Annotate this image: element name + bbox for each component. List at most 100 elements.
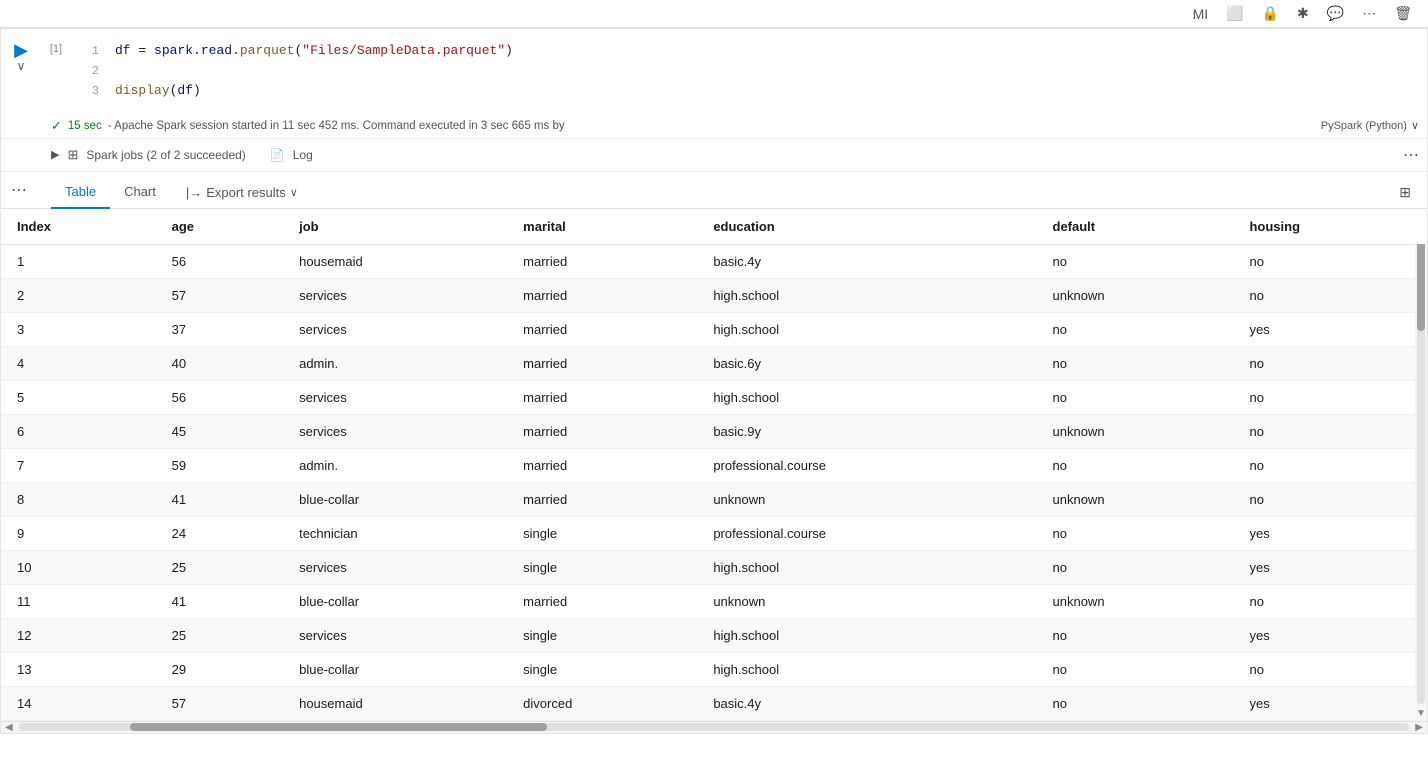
output-header: ⋯ Table Chart |→ Export results ∨ ⊞ — [1, 172, 1427, 209]
code-line-1: 1 df = spark . read . parquet ( "Files/S… — [71, 41, 1427, 62]
log-icon: 📄 — [270, 148, 285, 162]
cell-job: services — [283, 278, 507, 312]
export-label: Export results — [206, 185, 285, 200]
cell-job: services — [283, 550, 507, 584]
cell-housing: no — [1233, 482, 1427, 516]
cell-housing: no — [1233, 652, 1427, 686]
cell-education: high.school — [697, 618, 1036, 652]
cell-job: blue-collar — [283, 652, 507, 686]
lock-icon[interactable]: 🔒 — [1258, 3, 1283, 24]
cell-education: professional.course — [697, 516, 1036, 550]
table-row: 1225servicessinglehigh.schoolnoyes — [1, 618, 1427, 652]
cell-age: 41 — [156, 482, 284, 516]
cell-housing: no — [1233, 414, 1427, 448]
cell-job: services — [283, 618, 507, 652]
cell-age: 59 — [156, 448, 284, 482]
col-header-age: age — [156, 209, 284, 245]
cell-number: [1] — [41, 37, 71, 55]
delete-icon[interactable]: 🗑 — [1390, 3, 1416, 24]
asterisk-icon[interactable]: ✱ — [1293, 3, 1313, 24]
cell-age: 45 — [156, 414, 284, 448]
cell-Index: 4 — [1, 346, 156, 380]
cell-job: admin. — [283, 346, 507, 380]
cell-marital: married — [507, 278, 697, 312]
tab-chart[interactable]: Chart — [110, 178, 170, 209]
export-results-button[interactable]: |→ Export results ∨ — [178, 181, 306, 204]
cell-default: unknown — [1037, 414, 1234, 448]
cell-age: 25 — [156, 550, 284, 584]
cell-job: admin. — [283, 448, 507, 482]
cell-education: high.school — [697, 278, 1036, 312]
cell-default: no — [1037, 618, 1234, 652]
spark-expand-icon[interactable]: ▶ — [51, 148, 59, 161]
cell-job: blue-collar — [283, 584, 507, 618]
cell-age: 57 — [156, 278, 284, 312]
cell-housing: yes — [1233, 516, 1427, 550]
more-icon[interactable]: ⋯ — [1358, 3, 1380, 24]
cell-marital: divorced — [507, 686, 697, 720]
cell-housing: yes — [1233, 312, 1427, 346]
v-scroll-track[interactable] — [1417, 226, 1425, 704]
chevron-down-icon[interactable]: ∨ — [1411, 119, 1419, 132]
cell-housing: no — [1233, 380, 1427, 414]
cell-education: high.school — [697, 312, 1036, 346]
cell-education: basic.6y — [697, 346, 1036, 380]
table-row: 645servicesmarriedbasic.9yunknownno — [1, 414, 1427, 448]
col-header-marital: marital — [507, 209, 697, 245]
cell-Index: 12 — [1, 618, 156, 652]
cell-default: no — [1037, 652, 1234, 686]
scroll-track[interactable] — [19, 723, 1410, 731]
run-button[interactable]: ▶ — [14, 41, 28, 59]
scroll-down-arrow[interactable]: ▼ — [1414, 706, 1427, 721]
screen-icon[interactable]: ⬜ — [1222, 3, 1247, 24]
code-line-3: 3 display ( df ) — [71, 81, 1427, 102]
scroll-thumb[interactable] — [130, 723, 547, 731]
cell-education: basic.4y — [697, 244, 1036, 278]
cell-Index: 14 — [1, 686, 156, 720]
col-header-education: education — [697, 209, 1036, 245]
cell-housing: yes — [1233, 618, 1427, 652]
cell-education: high.school — [697, 550, 1036, 584]
table-view-icon[interactable]: ⊞ — [1395, 182, 1415, 203]
cell-marital: married — [507, 448, 697, 482]
spark-jobs-label: Spark jobs (2 of 2 succeeded) — [86, 148, 245, 162]
spark-jobs-more-icon[interactable]: ⋯ — [1403, 145, 1419, 165]
cell-marital: married — [507, 414, 697, 448]
cell-Index: 9 — [1, 516, 156, 550]
cell-age: 24 — [156, 516, 284, 550]
col-header-default: default — [1037, 209, 1234, 245]
cell-age: 57 — [156, 686, 284, 720]
vertical-scrollbar[interactable]: ▲ ▼ — [1415, 209, 1427, 721]
table-row: 156housemaidmarriedbasic.4ynono — [1, 244, 1427, 278]
cell-age: 25 — [156, 618, 284, 652]
notebook-cell: ▶ ∨ [1] 1 df = spark . read . parquet ( … — [0, 28, 1428, 734]
tab-table[interactable]: Table — [51, 178, 110, 209]
cell-Index: 1 — [1, 244, 156, 278]
log-link[interactable]: Log — [293, 148, 313, 162]
col-header-index: Index — [1, 209, 156, 245]
col-header-housing: housing — [1233, 209, 1427, 245]
horizontal-scrollbar[interactable]: ◀ ▶ — [1, 721, 1427, 733]
cell-default: unknown — [1037, 584, 1234, 618]
export-chevron-icon: ∨ — [290, 186, 298, 199]
table-row: 1329blue-collarsinglehigh.schoolnono — [1, 652, 1427, 686]
cell-housing: no — [1233, 584, 1427, 618]
chat-icon[interactable]: 💬 — [1323, 3, 1348, 24]
cell-Index: 13 — [1, 652, 156, 686]
v-scroll-thumb[interactable] — [1417, 235, 1425, 331]
cell-age: 40 — [156, 346, 284, 380]
scroll-right-arrow[interactable]: ▶ — [1411, 722, 1427, 733]
scroll-left-arrow[interactable]: ◀ — [1, 722, 17, 733]
data-table-container: Index age job marital education default … — [1, 209, 1427, 721]
cell-default: unknown — [1037, 278, 1234, 312]
table-row: 1141blue-collarmarriedunknownunknownno — [1, 584, 1427, 618]
cell-housing: yes — [1233, 686, 1427, 720]
cell-default: no — [1037, 516, 1234, 550]
pyspark-label: PySpark (Python) — [1321, 120, 1407, 132]
output-more-icon[interactable]: ⋯ — [11, 180, 27, 200]
table-row: 337servicesmarriedhigh.schoolnoyes — [1, 312, 1427, 346]
cell-job: housemaid — [283, 686, 507, 720]
collapse-button[interactable]: ∨ — [17, 59, 26, 73]
cell-default: unknown — [1037, 482, 1234, 516]
mi-icon[interactable]: MI — [1189, 4, 1213, 24]
